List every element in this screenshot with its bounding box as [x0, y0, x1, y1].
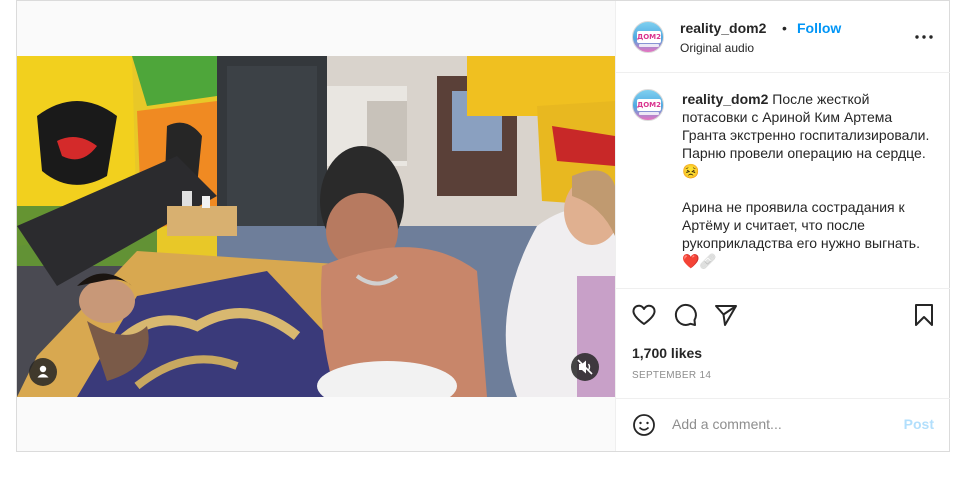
share-icon[interactable] — [712, 301, 740, 329]
post-side-panel: ДОМ2 reality_dom2 • Follow Original audi… — [615, 1, 950, 451]
post-date[interactable]: SEPTEMBER 14 — [632, 370, 711, 381]
caption-avatar-logo-bar — [639, 112, 659, 115]
caption-username[interactable]: reality_dom2 — [682, 91, 768, 107]
user-tag-icon[interactable] — [29, 358, 57, 386]
caption-text: После жесткой потасовки с Ариной Ким Арт… — [682, 91, 930, 269]
media-area — [17, 1, 615, 451]
avatar-logo-bar — [639, 44, 659, 47]
muted-speaker-icon[interactable] — [571, 353, 599, 381]
page: ДОМ2 reality_dom2 • Follow Original audi… — [0, 0, 976, 498]
avatar[interactable]: ДОМ2 — [632, 21, 664, 53]
heart-icon[interactable] — [630, 301, 658, 329]
post-header: ДОМ2 reality_dom2 • Follow Original audi… — [616, 1, 950, 73]
follow-button[interactable]: Follow — [797, 20, 841, 36]
more-options-icon[interactable] — [912, 25, 936, 49]
likes-count[interactable]: 1,700 likes — [632, 345, 702, 361]
comment-input[interactable]: Add a comment... — [672, 416, 782, 432]
avatar-logo-text: ДОМ2 — [637, 31, 662, 43]
video-frame — [17, 56, 615, 397]
post-card: ДОМ2 reality_dom2 • Follow Original audi… — [16, 0, 950, 452]
caption: reality_dom2 После жесткой потасовки с А… — [682, 90, 932, 270]
emoji-icon[interactable] — [632, 413, 656, 437]
post-comment-button[interactable]: Post — [904, 416, 934, 432]
comment-icon[interactable] — [671, 301, 699, 329]
bookmark-icon[interactable] — [910, 301, 938, 329]
post-video[interactable] — [17, 56, 615, 397]
audio-label[interactable]: Original audio — [680, 41, 754, 55]
action-bar: 1,700 likes SEPTEMBER 14 — [616, 289, 950, 399]
header-username[interactable]: reality_dom2 — [680, 20, 766, 36]
header-dot: • — [782, 20, 787, 36]
caption-avatar-logo-text: ДОМ2 — [637, 99, 662, 111]
caption-area: ДОМ2 reality_dom2 После жесткой потасовк… — [616, 73, 950, 289]
comment-bar: Add a comment... Post — [616, 399, 950, 451]
caption-avatar[interactable]: ДОМ2 — [632, 89, 664, 121]
